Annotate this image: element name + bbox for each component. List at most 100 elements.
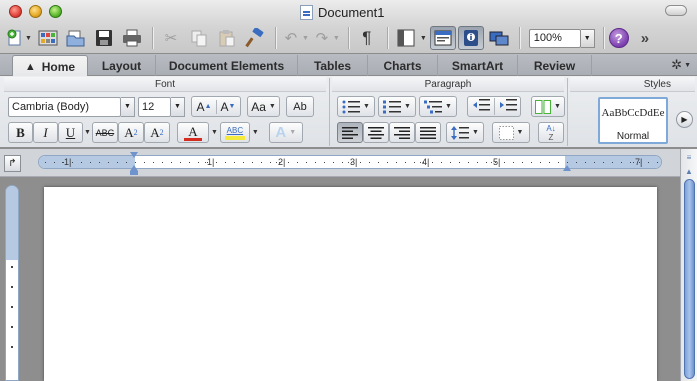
tab-selector-button[interactable]: ↱ — [4, 155, 21, 172]
open-icon[interactable] — [63, 26, 89, 50]
strikethrough-button[interactable]: ABC — [91, 122, 118, 143]
styles-next-icon[interactable]: ▶ — [676, 111, 693, 128]
ruler-tick — [11, 266, 13, 268]
redo-icon[interactable]: ↷ — [312, 26, 332, 50]
multilevel-list-button[interactable]: ▼ — [419, 96, 457, 117]
shrink-font-button[interactable]: A ▼ — [215, 99, 240, 114]
change-case-letters: Aa — [251, 99, 266, 114]
decrease-indent-icon[interactable] — [468, 98, 494, 115]
ribbon-options-button[interactable]: ✲ ▼ — [671, 57, 691, 73]
ruler-tick — [72, 162, 73, 163]
justify-button[interactable] — [415, 122, 441, 143]
media-browser-icon[interactable] — [486, 26, 512, 50]
tab-smartart[interactable]: SmartArt — [438, 55, 518, 76]
highlight-dropdown-icon[interactable]: ▼ — [252, 129, 259, 136]
change-case-button[interactable]: Aa ▼ — [247, 96, 280, 117]
font-name-field[interactable]: Cambria (Body) — [8, 96, 121, 117]
font-color-dropdown-icon[interactable]: ▼ — [211, 129, 218, 136]
italic-button[interactable]: I — [33, 122, 58, 143]
grow-font-letter: A — [196, 99, 205, 114]
save-icon[interactable] — [91, 26, 117, 50]
underline-dropdown-icon[interactable]: ▼ — [84, 129, 91, 136]
format-painter-icon[interactable] — [242, 26, 268, 50]
align-left-button[interactable] — [337, 122, 363, 143]
font-size-dropdown-icon[interactable]: ▼ — [171, 96, 185, 117]
title-bar: Document1 ▼ ✂ ↶ ▼ ↷ ▼ ¶ ▼ 100% ▼ ? » — [0, 0, 697, 54]
ruler-tick — [351, 162, 352, 163]
text-effects-button[interactable]: A ▼ — [268, 122, 303, 143]
vertical-ruler[interactable] — [5, 185, 19, 381]
superscript-button[interactable]: A2 — [117, 122, 144, 143]
style-normal-card[interactable]: AaBbCcDdEe Normal — [598, 97, 668, 144]
new-document-icon[interactable] — [6, 26, 24, 50]
scroll-up-icon[interactable]: ▲ — [681, 165, 697, 177]
ruler-tick — [396, 162, 397, 163]
toolbox-icon[interactable] — [457, 26, 484, 50]
ruler-tick — [189, 162, 190, 163]
subscript-button[interactable]: A2 — [143, 122, 170, 143]
zoom-dropdown-icon[interactable]: ▼ — [580, 28, 595, 48]
numbering-button[interactable]: ▼ — [378, 96, 416, 117]
sidebar-icon[interactable] — [393, 26, 419, 50]
bullets-button[interactable]: ▼ — [337, 96, 375, 117]
align-center-button[interactable] — [363, 122, 389, 143]
font-name-dropdown-icon[interactable]: ▼ — [121, 96, 135, 117]
first-line-indent-marker[interactable] — [130, 152, 138, 158]
ribbon-toggle-icon[interactable] — [429, 26, 456, 50]
grow-font-button[interactable]: A ▲ — [193, 100, 216, 114]
show-paragraph-marks-icon[interactable]: ¶ — [354, 26, 380, 50]
toolbar-overflow-icon[interactable]: » — [641, 30, 649, 47]
zoom-field[interactable]: 100% — [528, 28, 581, 48]
right-indent-marker[interactable] — [563, 165, 571, 171]
help-icon[interactable]: ? — [608, 28, 629, 48]
ruler-tick — [657, 162, 658, 163]
tab-smartart-label: SmartArt — [451, 58, 504, 73]
paragraph-row-2: ▼ ▼ A↓ Z — [337, 122, 564, 143]
borders-button[interactable]: ▼ — [492, 122, 530, 143]
ruler-tick — [99, 162, 100, 163]
ruler-tick — [135, 162, 136, 163]
print-icon[interactable] — [119, 26, 145, 50]
document-page[interactable] — [44, 187, 657, 381]
toolbar-separator — [518, 27, 520, 49]
tab-charts[interactable]: Charts — [368, 55, 438, 76]
clear-formatting-button[interactable]: Ab — [286, 96, 314, 117]
highlight-button[interactable]: ABC — [219, 122, 250, 143]
tab-document-elements[interactable]: Document Elements — [156, 55, 298, 76]
tab-layout[interactable]: Layout — [88, 55, 156, 76]
redo-dropdown-icon[interactable]: ▼ — [333, 35, 340, 42]
borders-icon — [498, 125, 514, 140]
vertical-scrollbar[interactable]: ≡ ▲ — [680, 149, 697, 381]
left-indent-marker[interactable] — [130, 171, 138, 175]
tab-tables[interactable]: Tables — [298, 55, 368, 76]
toolbar-toggle-button[interactable] — [665, 5, 687, 16]
font-size-field[interactable]: 12 — [138, 96, 171, 117]
bold-button[interactable]: B — [8, 122, 33, 143]
paste-icon[interactable] — [214, 26, 240, 50]
chevron-down-icon: ▼ — [554, 103, 561, 110]
ruler-tick — [279, 162, 280, 163]
cut-icon[interactable]: ✂ — [158, 26, 184, 50]
templates-gallery-icon[interactable] — [35, 26, 61, 50]
align-right-button[interactable] — [389, 122, 415, 143]
undo-dropdown-icon[interactable]: ▼ — [302, 35, 309, 42]
sidebar-dropdown-icon[interactable]: ▼ — [420, 35, 427, 42]
chevron-down-icon: ▼ — [363, 103, 370, 110]
zoom-window-button[interactable] — [49, 5, 62, 18]
scroll-thumb[interactable] — [684, 179, 695, 379]
chevron-down-icon: ▼ — [289, 129, 297, 136]
underline-button[interactable]: U — [58, 122, 83, 143]
increase-indent-icon[interactable] — [493, 98, 521, 115]
tab-review[interactable]: Review — [518, 55, 592, 76]
columns-button[interactable]: ▼ — [531, 96, 565, 117]
sort-button[interactable]: A↓ Z — [538, 122, 564, 143]
line-spacing-button[interactable]: ▼ — [446, 122, 484, 143]
new-document-dropdown-icon[interactable]: ▼ — [25, 35, 32, 42]
tab-home[interactable]: ▲ Home — [12, 55, 88, 77]
close-window-button[interactable] — [9, 5, 22, 18]
copy-icon[interactable] — [186, 26, 212, 50]
undo-icon[interactable]: ↶ — [281, 26, 301, 50]
minimize-window-button[interactable] — [29, 5, 42, 18]
scroll-to-top-icon[interactable]: ≡ — [681, 151, 697, 163]
font-color-button[interactable]: A — [176, 122, 209, 143]
